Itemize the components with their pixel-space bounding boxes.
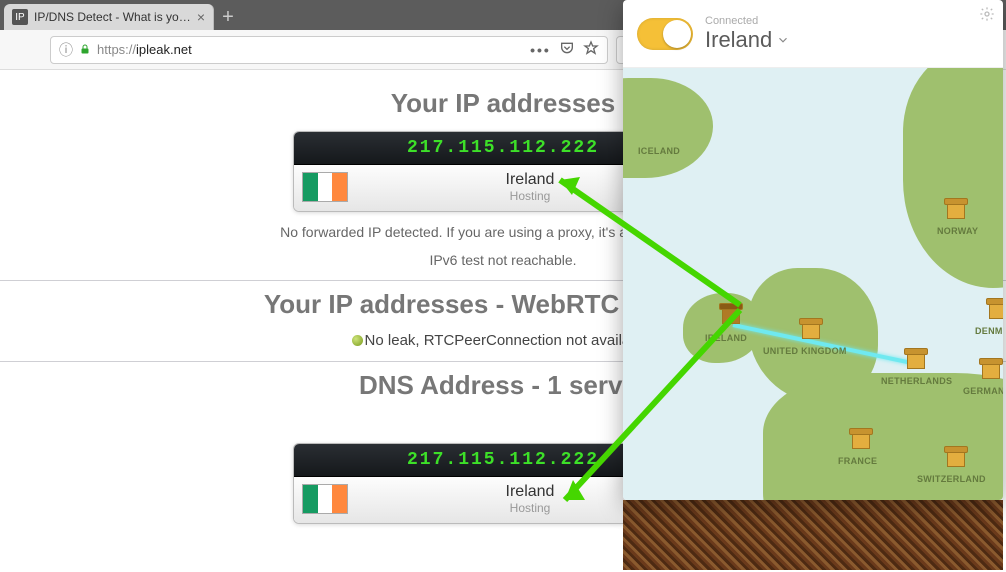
map-label-de: GERMANY	[963, 386, 1003, 396]
marker-uk[interactable]	[798, 318, 824, 340]
chevron-down-icon	[776, 33, 790, 47]
map-label-uk: UNITED KINGDOM	[763, 346, 847, 356]
vpn-map[interactable]: IRELAND UNITED KINGDOM NORWAY NETHERLAND…	[623, 68, 1003, 500]
map-label-fr: FRANCE	[838, 456, 877, 466]
tab-title: IP/DNS Detect - What is your IP	[34, 10, 191, 24]
marker-ireland[interactable]	[718, 303, 744, 325]
close-tab-icon[interactable]: ×	[197, 9, 205, 25]
marker-france[interactable]	[848, 428, 874, 450]
map-label-ireland: IRELAND	[705, 333, 747, 343]
land-scandinavia	[903, 68, 1003, 288]
vpn-status-label: Connected	[705, 15, 790, 27]
map-label-norway: NORWAY	[937, 226, 978, 236]
vpn-location-picker[interactable]: Ireland	[705, 27, 790, 53]
page-actions-icon[interactable]: •••	[530, 42, 551, 58]
lock-icon	[79, 42, 91, 58]
status-dot-icon	[352, 335, 363, 346]
panel-background-strip	[623, 500, 1003, 570]
site-info-icon[interactable]: ⓘ	[59, 40, 73, 60]
flag-ireland-icon	[302, 172, 348, 202]
new-tab-button[interactable]: +	[214, 4, 242, 30]
map-label-nl: NETHERLANDS	[881, 376, 952, 386]
vpn-toggle[interactable]	[637, 18, 693, 50]
map-label-iceland: ICELAND	[638, 146, 680, 156]
marker-germany[interactable]	[978, 358, 1003, 380]
tab-favicon: IP	[12, 9, 28, 25]
address-bar[interactable]: ⓘ https://ipleak.net •••	[50, 36, 608, 64]
pocket-icon[interactable]	[559, 40, 575, 59]
marker-denmark[interactable]	[985, 298, 1003, 320]
marker-norway[interactable]	[943, 198, 969, 220]
marker-switzerland[interactable]	[943, 446, 969, 468]
vpn-extension-panel: Connected Ireland IRELAND UNITED KINGDOM…	[623, 0, 1003, 500]
browser-tab[interactable]: IP IP/DNS Detect - What is your IP ×	[4, 4, 214, 30]
url-text: https://ipleak.net	[97, 42, 524, 57]
map-label-dk: DENM	[975, 326, 1003, 336]
marker-netherlands[interactable]	[903, 348, 929, 370]
land-iceland	[623, 78, 713, 178]
map-label-ch: SWITZERLAND	[917, 474, 986, 484]
flag-ireland-icon	[302, 484, 348, 514]
bookmark-star-icon[interactable]	[583, 40, 599, 59]
settings-gear-icon[interactable]	[979, 6, 995, 25]
